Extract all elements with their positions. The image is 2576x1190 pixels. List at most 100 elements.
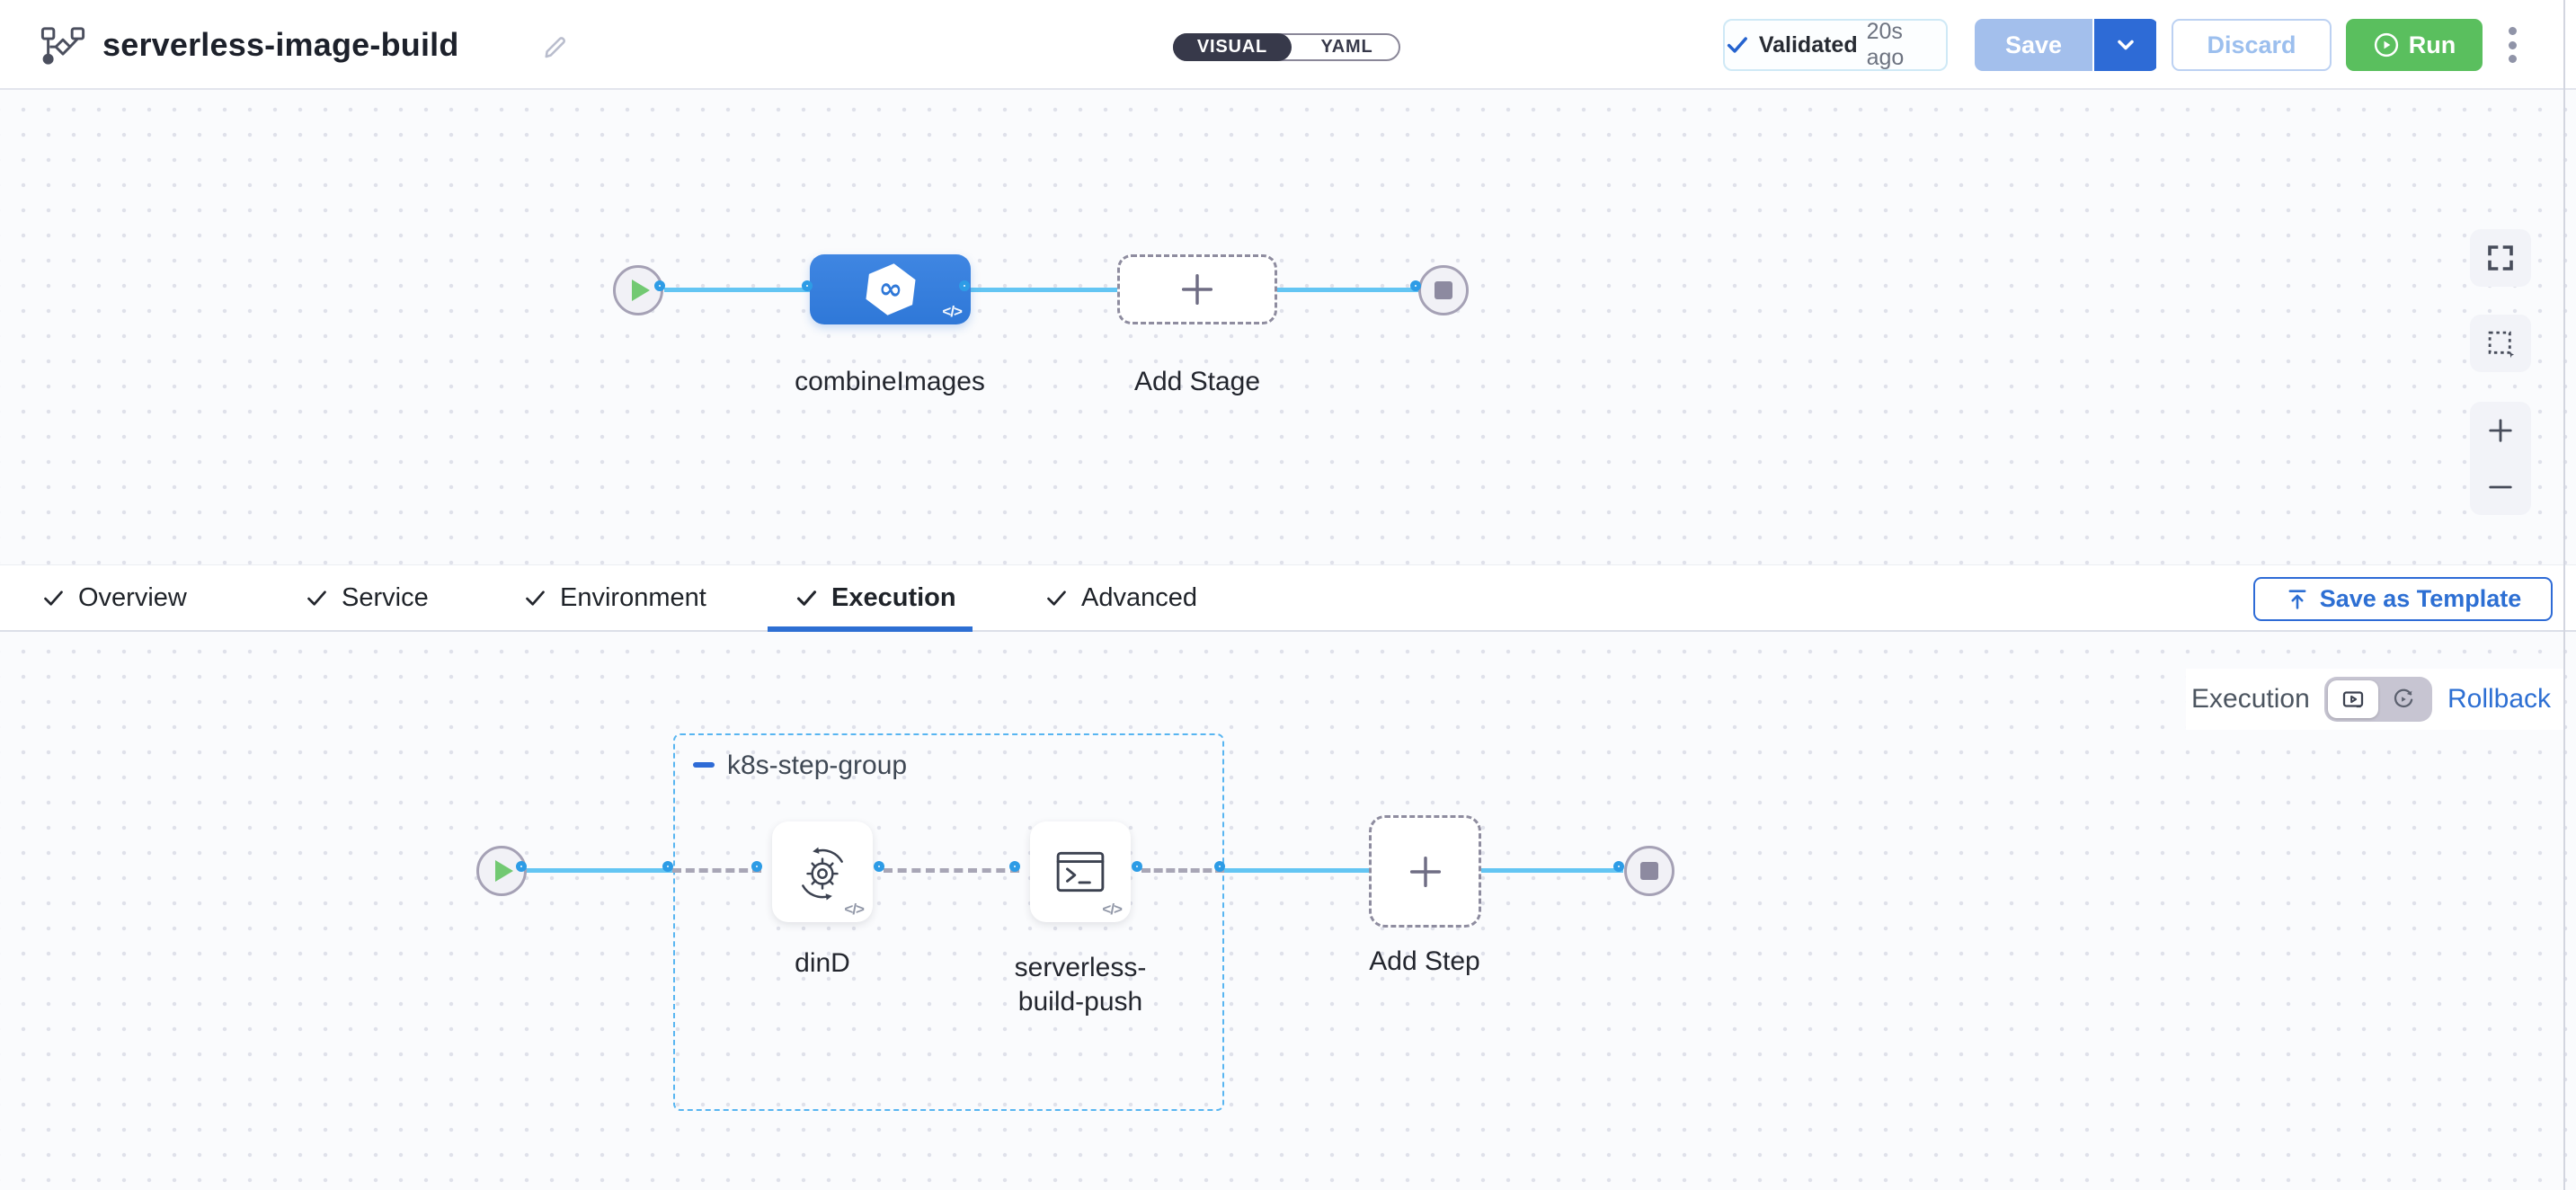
- code-template-icon: </>: [1102, 901, 1122, 919]
- pipeline-graph-icon: [40, 25, 86, 67]
- flow-line: [1224, 868, 1369, 873]
- run-label: Run: [2409, 31, 2456, 59]
- selection-rectangle-icon: [2483, 326, 2518, 360]
- stop-square-icon: [1640, 862, 1658, 880]
- active-tab-underline: [768, 626, 973, 632]
- start-play-icon: [495, 860, 513, 882]
- flow-line: [1481, 868, 1623, 873]
- flow-line: [969, 288, 1119, 292]
- execution-rollback-toolbar: Execution Rollback: [2186, 669, 2564, 730]
- pipeline-start-node: [613, 265, 663, 315]
- add-stage-label: Add Stage: [1062, 365, 1332, 399]
- toggle-yaml[interactable]: YAML: [1292, 33, 1402, 61]
- add-stage-button[interactable]: [1117, 254, 1277, 324]
- pipeline-studio: serverless-image-build VISUAL YAML Valid…: [0, 0, 2576, 1190]
- rollback-link[interactable]: Rollback: [2447, 684, 2551, 715]
- save-button[interactable]: Save: [1975, 19, 2094, 71]
- svg-text:∞: ∞: [876, 271, 904, 307]
- run-button[interactable]: Run: [2346, 19, 2483, 71]
- stage-node-combineimages[interactable]: ∞ </>: [810, 254, 971, 324]
- validated-label: Validated: [1759, 32, 1858, 58]
- plus-icon: [1177, 269, 1218, 310]
- zoom-controls: [2470, 402, 2531, 515]
- check-icon: [523, 586, 547, 610]
- more-options-menu[interactable]: [2500, 25, 2524, 65]
- save-as-template-button[interactable]: Save as Template: [2253, 577, 2553, 621]
- execution-view-button[interactable]: [2328, 680, 2378, 718]
- add-step-button[interactable]: [1369, 815, 1481, 928]
- validated-time: 20s ago: [1867, 19, 1946, 71]
- flow-dashed-line: [1141, 868, 1224, 873]
- multi-select-button[interactable]: [2470, 315, 2531, 372]
- stop-square-icon: [1435, 281, 1452, 299]
- header-bar: serverless-image-build VISUAL YAML Valid…: [0, 0, 2576, 90]
- connector-dot[interactable]: [1132, 861, 1142, 872]
- step-group-name: k8s-step-group: [727, 750, 907, 781]
- tab-label: Advanced: [1081, 583, 1197, 613]
- connector-dot[interactable]: [1613, 861, 1624, 872]
- page-title: serverless-image-build: [102, 25, 459, 65]
- tab-label: Service: [342, 583, 429, 613]
- tab-advanced[interactable]: Advanced: [1044, 565, 1197, 631]
- step-node-serverless-build-push[interactable]: </>: [1030, 821, 1131, 922]
- terminal-icon: [1054, 848, 1106, 895]
- connector-dot[interactable]: [662, 861, 673, 872]
- execution-view-label: Execution: [2191, 684, 2310, 715]
- execution-steps-icon: [2340, 686, 2367, 713]
- toggle-visual[interactable]: VISUAL: [1173, 33, 1292, 61]
- tab-label: Overview: [78, 583, 187, 613]
- docker-in-docker-icon: [793, 842, 852, 901]
- step-group-k8s[interactable]: k8s-step-group: [673, 733, 1224, 1111]
- plus-icon: [1405, 851, 1446, 892]
- chevron-down-icon: [2113, 32, 2138, 58]
- step-name-label: serverless-build-push: [990, 951, 1170, 1019]
- step-name-label: dinD: [733, 946, 912, 981]
- save-as-template-label: Save as Template: [2320, 585, 2522, 613]
- pipeline-end-node: [1418, 265, 1469, 315]
- start-play-icon: [632, 280, 650, 301]
- connector-dot[interactable]: [959, 280, 970, 291]
- execution-rollback-toggle: [2324, 677, 2432, 722]
- execution-canvas[interactable]: Execution Rollback: [0, 632, 2576, 1190]
- add-step-label: Add Step: [1335, 945, 1515, 979]
- visual-yaml-toggle: VISUAL YAML: [1173, 33, 1400, 61]
- connector-dot[interactable]: [802, 280, 813, 291]
- discard-button[interactable]: Discard: [2172, 19, 2332, 71]
- connector-dot[interactable]: [1009, 861, 1020, 872]
- flow-line: [664, 288, 812, 292]
- save-split-button: Save: [1975, 19, 2158, 71]
- connector-dot[interactable]: [1410, 280, 1421, 291]
- tab-overview[interactable]: Overview: [41, 565, 187, 631]
- stage-name-label: combineImages: [755, 365, 1025, 399]
- check-icon: [305, 586, 329, 610]
- play-circle-icon: [2373, 31, 2400, 58]
- check-icon: [1044, 586, 1069, 610]
- code-template-icon: </>: [942, 303, 962, 321]
- rollback-icon: [2390, 686, 2417, 713]
- zoom-out-button[interactable]: [2484, 471, 2517, 503]
- scroll-edge-divider: [2563, 0, 2565, 1190]
- connector-dot[interactable]: [516, 861, 527, 872]
- step-node-dind[interactable]: </>: [772, 821, 873, 922]
- collapse-group-button[interactable]: [693, 762, 715, 768]
- code-template-icon: </>: [844, 901, 864, 919]
- tab-execution[interactable]: Execution: [795, 565, 956, 631]
- tab-label: Environment: [560, 583, 706, 613]
- validated-badge[interactable]: Validated 20s ago: [1723, 19, 1948, 71]
- tab-environment[interactable]: Environment: [523, 565, 706, 631]
- fullscreen-button[interactable]: [2470, 229, 2531, 287]
- connector-dot[interactable]: [874, 861, 884, 872]
- check-icon: [1725, 32, 1750, 58]
- connector-dot[interactable]: [751, 861, 762, 872]
- connector-dot[interactable]: [654, 280, 665, 291]
- flow-dashed-line: [884, 868, 1019, 873]
- ci-stage-hexagon-icon: ∞: [861, 259, 919, 321]
- stage-canvas[interactable]: ∞ </> combineImages Add Stage: [0, 90, 2576, 564]
- connector-dot[interactable]: [1214, 861, 1225, 872]
- flow-dashed-line: [672, 868, 761, 873]
- rollback-view-button[interactable]: [2378, 680, 2429, 718]
- zoom-in-button[interactable]: [2484, 414, 2517, 447]
- save-dropdown-button[interactable]: [2094, 19, 2156, 71]
- edit-pencil-icon[interactable]: [539, 31, 570, 61]
- tab-service[interactable]: Service: [305, 565, 429, 631]
